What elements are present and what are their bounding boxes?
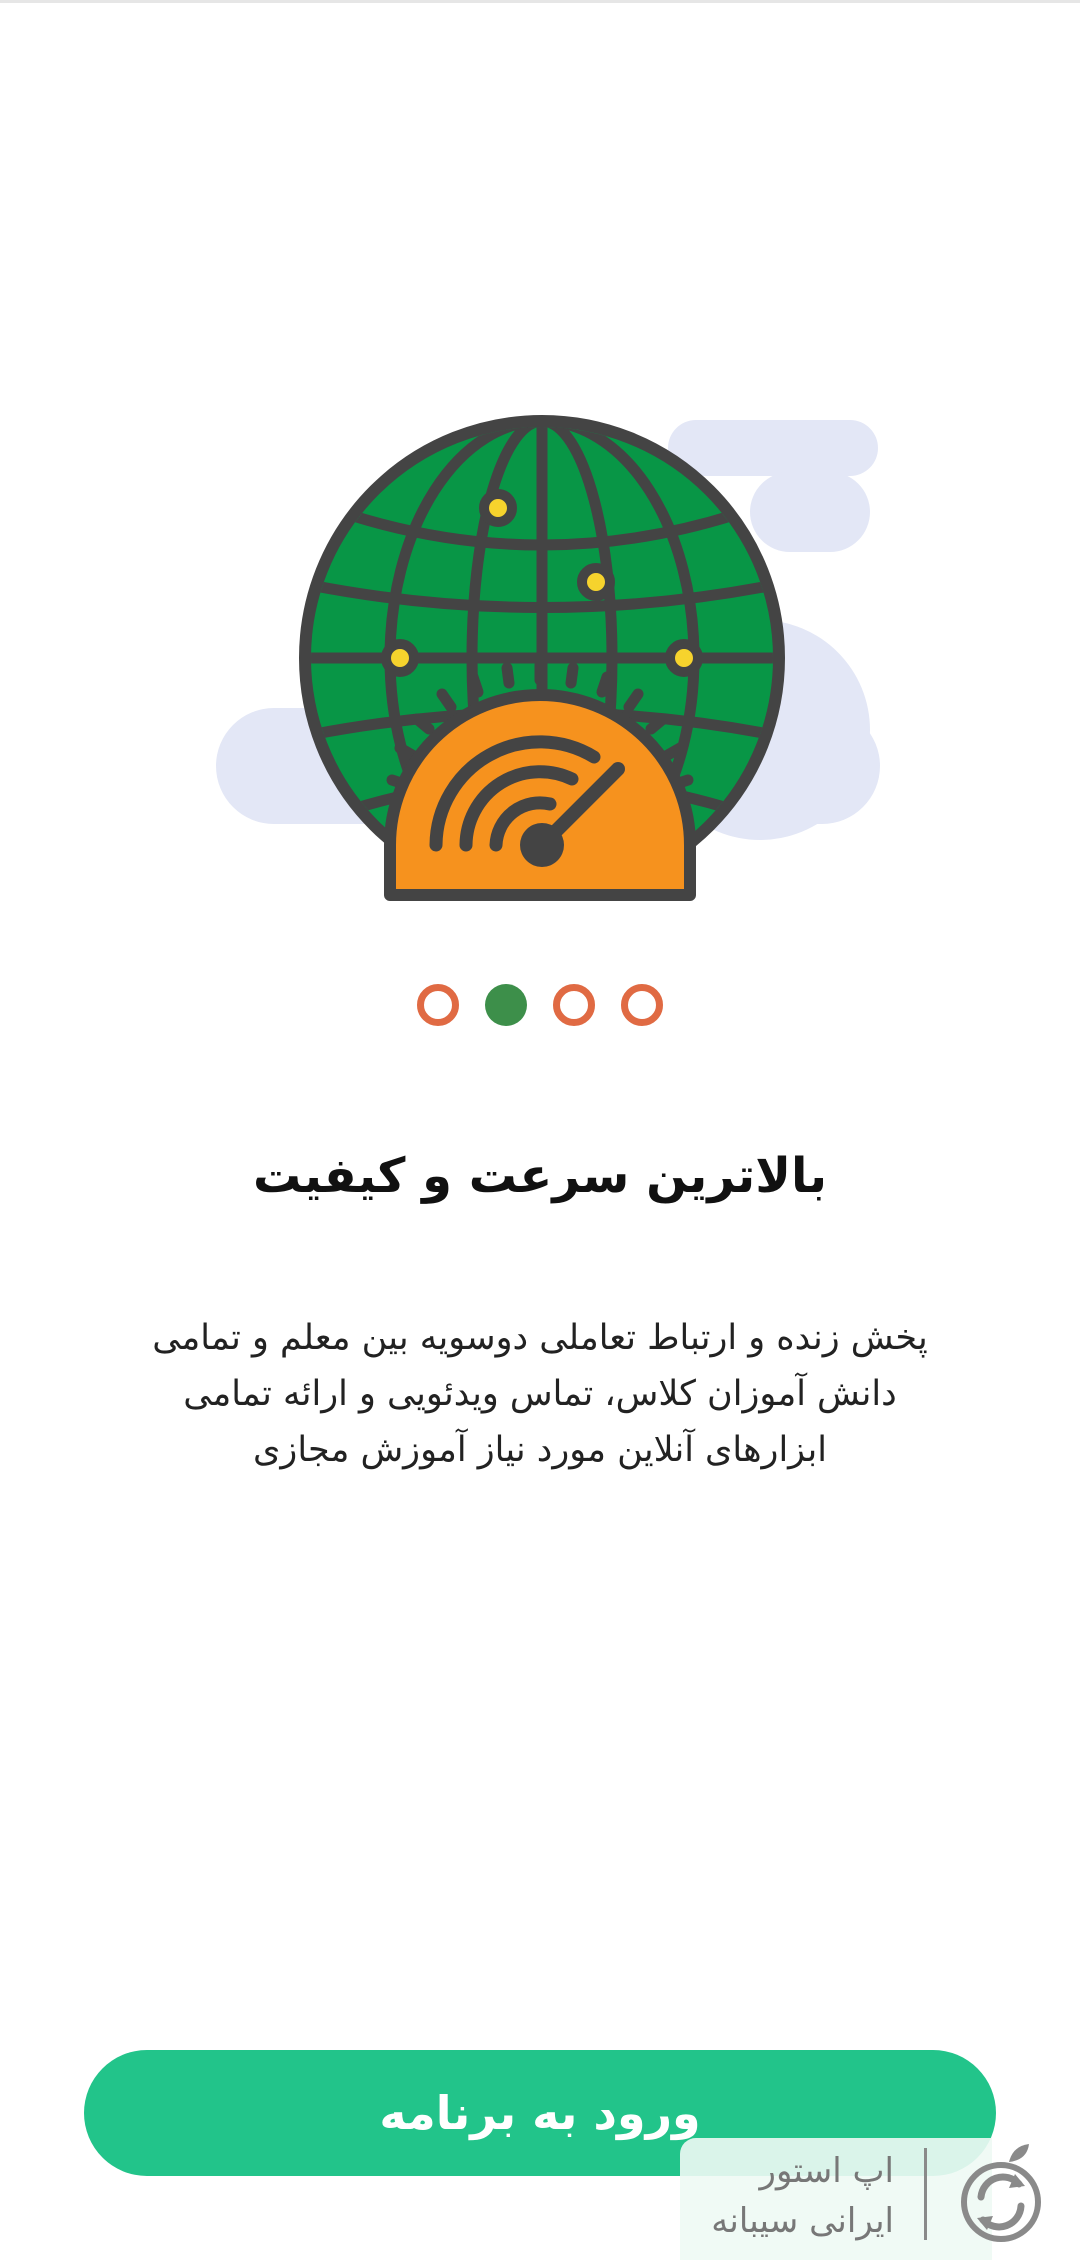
- page-dot[interactable]: [417, 984, 459, 1026]
- page-indicator: [0, 984, 1080, 1026]
- status-divider: [0, 0, 1080, 3]
- page-dot[interactable]: [621, 984, 663, 1026]
- onboarding-title: بالاترین سرعت و کیفیت: [253, 1148, 827, 1204]
- page-dot[interactable]: [553, 984, 595, 1026]
- store-watermark-line1: اپ استور: [759, 2151, 894, 2191]
- store-watermark-line2: ایرانی سیبانه: [711, 2201, 894, 2241]
- watermark-divider: [924, 2148, 927, 2240]
- page-dot-active[interactable]: [485, 984, 527, 1026]
- globe-speedometer-icon: [216, 415, 880, 901]
- store-watermark-text: اپ استور ایرانی سیبانه: [680, 2146, 894, 2246]
- hero-illustration: [200, 400, 880, 920]
- description-line: پخش زنده و ارتباط تعاملی دوسویه بین معلم…: [152, 1318, 928, 1358]
- description-line: ابزارهای آنلاین مورد نیاز آموزش مجازی: [253, 1430, 827, 1470]
- onboarding-description: پخش زنده و ارتباط تعاملی دوسویه بین معلم…: [90, 1310, 990, 1478]
- description-line: دانش آموزان کلاس، تماس ویدئویی و ارائه ت…: [183, 1374, 897, 1414]
- apple-sync-logo-icon: [955, 2142, 1047, 2244]
